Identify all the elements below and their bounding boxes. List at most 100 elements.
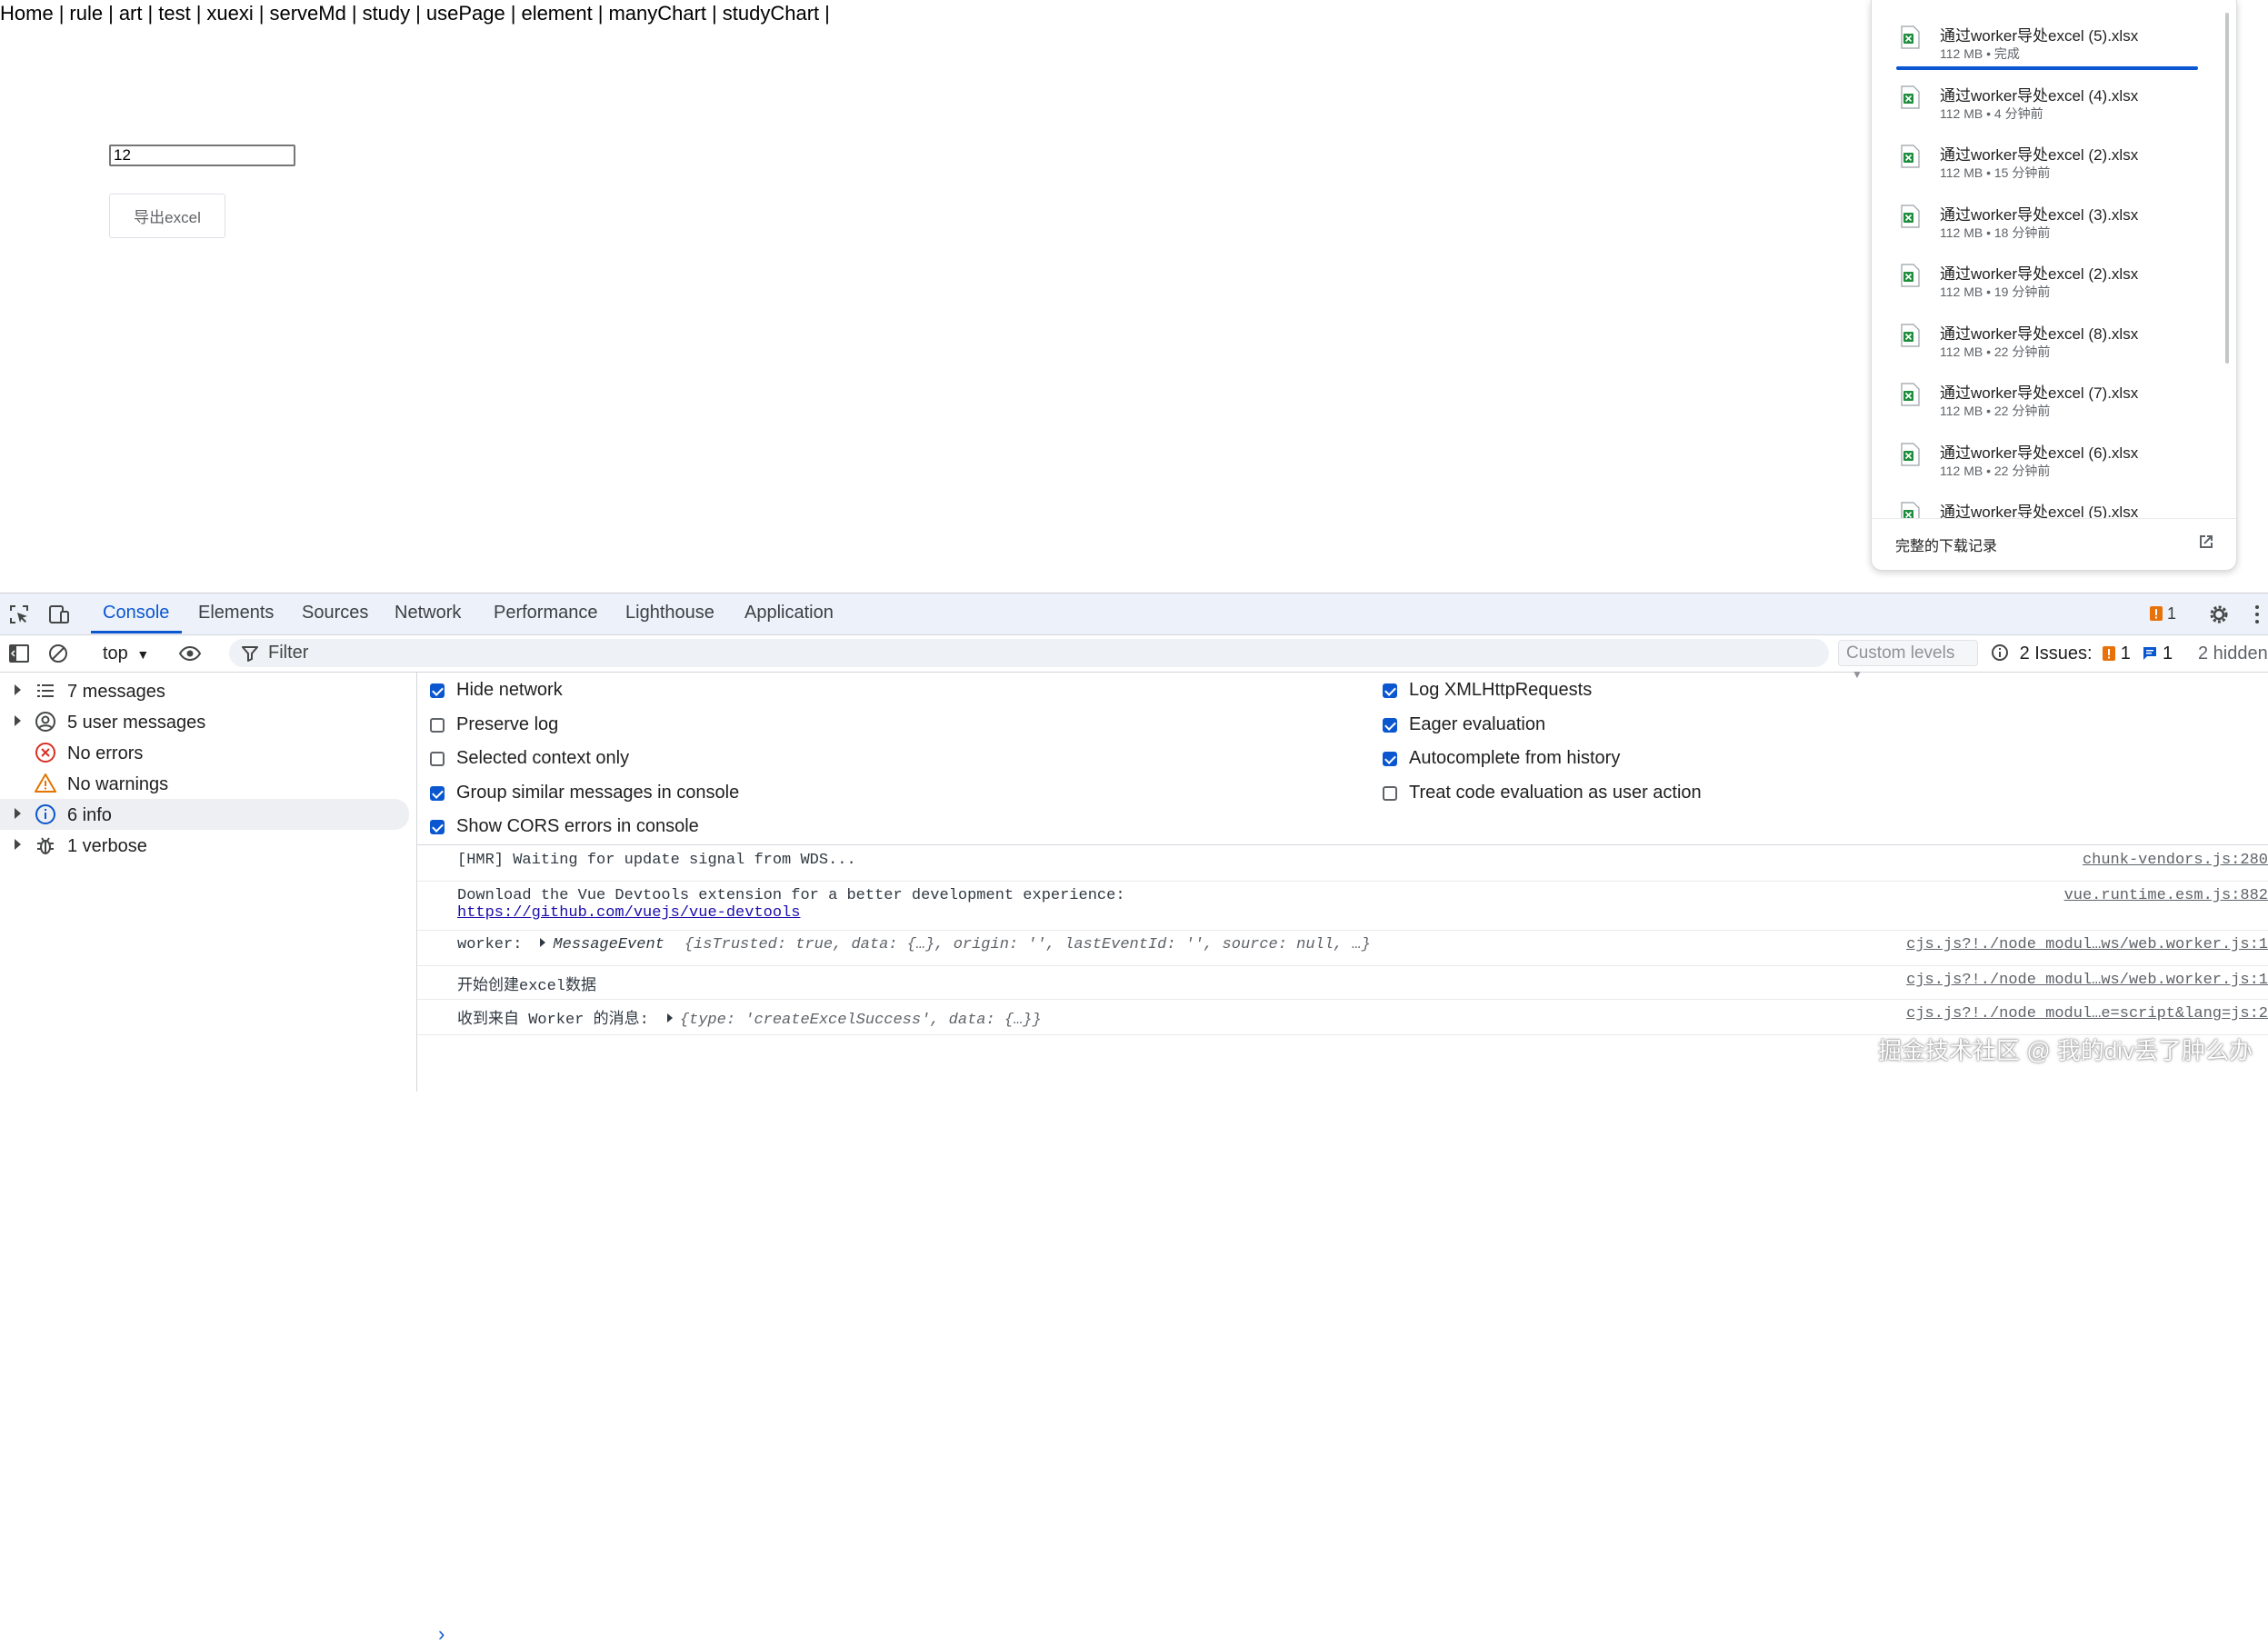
message-badge-icon xyxy=(2143,647,2157,660)
tab-application[interactable]: Application xyxy=(744,603,834,623)
download-item[interactable]: 通过worker导处excel (4).xlsx 112 MB • 4 分钟前 xyxy=(1872,66,2231,126)
console-message-text: [HMR] Waiting for update signal from WDS… xyxy=(457,852,856,869)
setting-label: Selected context only xyxy=(456,748,630,768)
nav-link-art[interactable]: art xyxy=(119,2,143,25)
excel-file-icon xyxy=(1901,383,1920,406)
nav-link-rule[interactable]: rule xyxy=(69,2,103,25)
setting-checkbox[interactable] xyxy=(430,752,445,766)
download-item[interactable]: 通过worker导处excel (2).xlsx 112 MB • 19 分钟前 xyxy=(1872,244,2231,304)
download-filename: 通过worker导处excel (2).xlsx xyxy=(1940,265,2139,283)
object-preview[interactable]: {isTrusted: true, data: {…}, origin: '',… xyxy=(684,936,1371,953)
issues-counter[interactable]: 2 Issues: 1 1 xyxy=(1991,643,2173,664)
message-link[interactable]: https://github.com/vuejs/vue-devtools xyxy=(457,904,800,922)
expand-arrow-icon[interactable] xyxy=(15,808,21,819)
nav-link-xuexi[interactable]: xuexi xyxy=(206,2,253,25)
message-source-link[interactable]: vue.runtime.esm.js:882 xyxy=(2064,887,2268,904)
export-excel-button[interactable]: 导出excel xyxy=(109,194,225,238)
sidebar-filter-user[interactable]: 5 user messages xyxy=(0,706,409,737)
setting-checkbox[interactable] xyxy=(430,717,445,733)
console-prompt[interactable]: › xyxy=(438,1622,445,1646)
nav-link-studychart[interactable]: studyChart xyxy=(723,2,819,25)
tab-network[interactable]: Network xyxy=(395,603,461,623)
download-item[interactable]: 通过worker导处excel (5).xlsx xyxy=(1872,483,2231,518)
console-message: worker: MessageEvent {isTrusted: true, dat… xyxy=(417,931,2268,966)
sidebar-toggle-icon[interactable] xyxy=(7,642,31,665)
excel-file-icon xyxy=(1901,204,1920,228)
setting-label: Show CORS errors in console xyxy=(456,816,699,836)
setting-checkbox[interactable] xyxy=(430,785,445,801)
setting-checkbox[interactable] xyxy=(430,683,445,698)
console-main: Hide network Preserve log Selected context… xyxy=(417,672,2268,1092)
download-meta: 112 MB • 完成 xyxy=(1940,46,2020,61)
tab-elements[interactable]: Elements xyxy=(198,603,274,623)
issues-badge[interactable]: 1 xyxy=(2150,604,2176,623)
log-levels-select[interactable]: Custom levels ▼ xyxy=(1838,640,1978,681)
tab-performance[interactable]: Performance xyxy=(494,603,598,623)
live-expression-eye-icon[interactable] xyxy=(178,642,202,665)
downloads-footer[interactable]: 完整的下载记录 xyxy=(1872,518,2236,570)
device-toolbar-icon[interactable] xyxy=(47,603,71,626)
expand-arrow-icon[interactable] xyxy=(15,839,21,850)
setting-checkbox[interactable] xyxy=(1383,683,1397,698)
expand-arrow-icon[interactable] xyxy=(15,715,21,726)
console-filter[interactable]: Filter xyxy=(229,639,1829,667)
setting-checkbox[interactable] xyxy=(1383,752,1397,766)
info-circle-icon xyxy=(1992,644,2008,661)
download-item[interactable]: 通过worker导处excel (8).xlsx 112 MB • 22 分钟前 xyxy=(1872,304,2231,364)
download-filename: 通过worker导处excel (3).xlsx xyxy=(1940,205,2139,224)
tab-sources[interactable]: Sources xyxy=(302,603,368,623)
settings-gear-icon[interactable] xyxy=(2207,603,2231,626)
sidebar-filter-error[interactable]: No errors xyxy=(0,737,409,768)
download-item[interactable]: 通过worker导处excel (5).xlsx 112 MB • 完成 xyxy=(1872,6,2231,66)
open-in-new-icon[interactable] xyxy=(2196,532,2216,552)
download-item[interactable]: 通过worker导处excel (7).xlsx 112 MB • 22 分钟前 xyxy=(1872,364,2231,424)
more-options-icon[interactable] xyxy=(2245,603,2268,626)
tab-console[interactable]: Console xyxy=(103,603,169,623)
sidebar-filter-warning[interactable]: No warnings xyxy=(0,768,409,799)
nav-link-study[interactable]: study xyxy=(363,2,411,25)
hidden-messages-count: 2 hidden xyxy=(2198,643,2268,663)
sidebar-filter-list[interactable]: 7 messages xyxy=(0,675,409,706)
message-prefix: 收到来自 Worker 的消息: xyxy=(457,1012,649,1029)
download-item[interactable]: 通过worker导处excel (2).xlsx 112 MB • 15 分钟前 xyxy=(1872,125,2231,185)
nav-link-home[interactable]: Home xyxy=(0,2,54,25)
context-select-value: top xyxy=(103,643,128,663)
expand-arrow-icon[interactable] xyxy=(15,684,21,695)
context-select[interactable]: top ▼ xyxy=(103,643,149,664)
console-message: Download the Vue Devtools extension for … xyxy=(417,882,2268,931)
message-source-link[interactable]: cjs.js?!./node_modul…ws/web.worker.js:1 xyxy=(1906,936,2268,953)
setting-checkbox[interactable] xyxy=(1383,717,1397,733)
message-source-link[interactable]: cjs.js?!./node_modul…ws/web.worker.js:1 xyxy=(1906,972,2268,989)
download-filename: 通过worker导处excel (4).xlsx xyxy=(1940,86,2139,105)
sidebar-filter-bug[interactable]: 1 verbose xyxy=(0,830,409,861)
excel-file-icon xyxy=(1901,264,1920,287)
expand-object-icon[interactable] xyxy=(666,1013,673,1023)
nav-link-element[interactable]: element xyxy=(521,2,592,25)
nav-link-test[interactable]: test xyxy=(158,2,190,25)
tab-lighthouse[interactable]: Lighthouse xyxy=(625,603,714,623)
log-levels-value: Custom levels xyxy=(1846,643,1955,663)
message-source-link[interactable]: chunk-vendors.js:280 xyxy=(2083,852,2268,869)
downloads-scrollbar[interactable] xyxy=(2225,13,2229,364)
clear-console-icon[interactable] xyxy=(46,642,70,665)
warning-icon xyxy=(35,773,56,793)
setting-checkbox[interactable] xyxy=(430,820,445,834)
downloads-list: 通过worker导处excel (5).xlsx 112 MB • 完成 通过wor… xyxy=(1872,0,2231,518)
inspect-element-icon[interactable] xyxy=(7,603,31,626)
nav-link-usepage[interactable]: usePage xyxy=(426,2,505,25)
download-item[interactable]: 通过worker导处excel (6).xlsx 112 MB • 22 分钟前 xyxy=(1872,424,2231,484)
message-source-link[interactable]: cjs.js?!./node_modul…e=script&lang=js:2 xyxy=(1906,1005,2268,1023)
downloads-bubble: 通过worker导处excel (5).xlsx 112 MB • 完成 通过wor… xyxy=(1871,0,2237,571)
setting-checkbox[interactable] xyxy=(1383,785,1397,801)
object-preview[interactable]: {type: 'createExcelSuccess', data: {…}} xyxy=(680,1012,1042,1029)
nav-link-manychart[interactable]: manyChart xyxy=(608,2,706,25)
nav-link-servemd[interactable]: serveMd xyxy=(269,2,345,25)
sidebar-filter-info[interactable]: 6 info xyxy=(0,799,409,830)
row-count-input[interactable] xyxy=(109,145,295,166)
expand-object-icon[interactable] xyxy=(540,938,546,947)
full-download-history-link[interactable]: 完整的下载记录 xyxy=(1895,534,1997,555)
nav-separator: | xyxy=(415,2,421,25)
sidebar-filter-label: No warnings xyxy=(67,774,169,794)
setting-label: Eager evaluation xyxy=(1409,713,1546,734)
download-item[interactable]: 通过worker导处excel (3).xlsx 112 MB • 18 分钟前 xyxy=(1872,185,2231,245)
